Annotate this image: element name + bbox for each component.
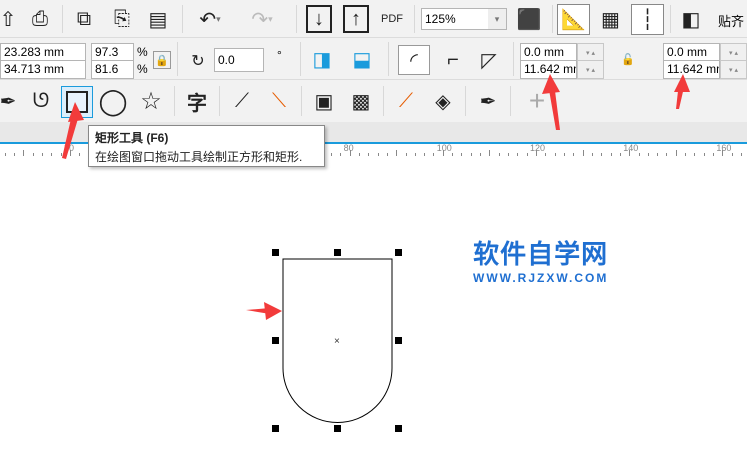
ruler-label: 160 (716, 143, 732, 153)
scalloped-corner-icon[interactable]: ⌐ (438, 45, 468, 75)
transparency-tool-icon[interactable]: ▩ (346, 86, 376, 116)
pen-tool-icon[interactable]: ✒ (0, 86, 16, 116)
selection-handle[interactable] (334, 425, 341, 432)
publish-icon[interactable]: ⇧ (0, 5, 16, 33)
corner-lock-icon[interactable]: 🔓 (620, 50, 636, 68)
zoom-level-select[interactable]: 125% ▾ (421, 8, 507, 30)
svg-text:×: × (334, 336, 340, 347)
pdf-export-button[interactable]: PDF (378, 5, 406, 33)
zoom-level-value: 125% (425, 12, 456, 26)
percent-label: % (137, 62, 148, 76)
connector-tool-icon[interactable]: ⟍ (264, 86, 294, 116)
ruler-label: 140 (623, 143, 639, 153)
tooltip-title: 矩形工具 (95, 131, 144, 145)
curve-tool-icon[interactable]: ᘎ (26, 86, 56, 116)
selection-handle[interactable] (272, 337, 279, 344)
chamfer-corner-icon[interactable]: ◸ (474, 45, 504, 75)
percent-label: % (137, 45, 148, 59)
degree-label: ° (277, 48, 282, 62)
text-tool-icon[interactable]: 字 (182, 86, 212, 116)
round-corner-icon[interactable]: ◜ (398, 45, 430, 75)
show-grid-icon[interactable]: ▦ (594, 4, 627, 35)
copy-icon[interactable]: ⎘ (108, 5, 136, 33)
scale-y-field[interactable]: 81.6 (91, 60, 134, 79)
height-field[interactable]: 34.713 mm (0, 60, 86, 79)
selection-handle[interactable] (334, 249, 341, 256)
toolbox: ✒ ᘎ ◯ ☆ 字 ⟋ ⟍ ▣ ▩ ⟋ ◈ ✒ + (0, 80, 747, 122)
corner-spinner[interactable]: ▾ ▴ (720, 60, 747, 79)
tooltip-description: 在绘图窗口拖动工具绘制正方形和矩形. (95, 150, 303, 164)
watermark-url: WWW.RJZXW.COM (473, 271, 609, 285)
tooltip-shortcut: (F6) (146, 131, 169, 145)
watermark-title: 软件自学网 (473, 239, 609, 269)
selection-handle[interactable] (272, 249, 279, 256)
mirror-horizontal-icon[interactable]: ◨ (310, 47, 334, 71)
mirror-vertical-icon[interactable]: ⬓ (350, 47, 374, 71)
show-guidelines-icon[interactable]: ┆ (631, 4, 664, 35)
ruler-label: 80 (343, 143, 354, 153)
selection-handle[interactable] (272, 425, 279, 432)
corner-radius-bottom-left-field[interactable]: 11.642 mm (520, 60, 577, 79)
selection-handle[interactable] (395, 249, 402, 256)
selected-shape[interactable]: × (0, 156, 747, 457)
rectangle-icon (66, 91, 88, 113)
contour-tool-icon[interactable]: ▣ (309, 86, 339, 116)
interactive-fill-icon[interactable]: ◈ (428, 86, 458, 116)
rotation-field[interactable]: 0.0 (214, 48, 264, 72)
cut-icon[interactable]: ⧉ (70, 5, 98, 33)
dimension-tool-icon[interactable]: ⟋ (227, 86, 257, 116)
undo-icon[interactable]: ↶ ▾ (190, 5, 230, 33)
watermark: 软件自学网 WWW.RJZXW.COM (473, 234, 608, 285)
selection-handle[interactable] (395, 425, 402, 432)
ruler-label: 100 (436, 143, 452, 153)
import-icon[interactable]: ↓ (306, 5, 332, 33)
corner-spinner[interactable]: ▾ ▴ (577, 60, 604, 79)
tooltip: 矩形工具 (F6) 在绘图窗口拖动工具绘制正方形和矩形. (88, 125, 325, 167)
snap-to-menu[interactable]: 贴齐 (718, 11, 744, 30)
property-bar: 23.283 mm 34.713 mm 97.3 81.6 % % 🔒 ↻ 0.… (0, 38, 747, 80)
snap-off-icon[interactable]: ◧ (677, 5, 705, 33)
star-tool-icon[interactable]: ☆ (136, 86, 166, 116)
chevron-down-icon[interactable]: ▾ (488, 9, 506, 29)
outline-pen-icon[interactable]: ✒ (473, 86, 503, 116)
add-tool-icon[interactable]: + (522, 85, 552, 116)
redo-icon[interactable]: ↷ ▾ (242, 5, 282, 33)
rotate-icon: ↻ (191, 53, 205, 70)
rectangle-tool-button[interactable] (61, 86, 93, 118)
drawing-canvas[interactable]: × (0, 156, 747, 457)
show-rulers-icon[interactable]: 📐 (557, 4, 590, 35)
standard-toolbar: ⇧ ⎙ ⧉ ⎘ ▤ ↶ ▾ ↷ ▾ ↓ ↑ PDF 125% ▾ ⬛ 📐 ▦ ┆ … (0, 0, 747, 38)
lock-ratio-icon[interactable]: 🔒 (153, 51, 171, 69)
full-screen-icon[interactable]: ⬛ (515, 5, 543, 33)
ellipse-tool-icon[interactable]: ◯ (98, 86, 128, 116)
export-icon[interactable]: ↑ (343, 5, 369, 33)
paste-icon[interactable]: ▤ (144, 5, 172, 33)
print-icon[interactable]: ⎙ (26, 5, 54, 33)
eyedropper-icon[interactable]: ⟋ (391, 86, 421, 116)
ruler-label: 120 (530, 143, 546, 153)
corner-radius-bottom-right-field[interactable]: 11.642 mm (663, 60, 720, 79)
selection-handle[interactable] (395, 337, 402, 344)
pdf-label: PDF (381, 13, 403, 25)
ruler-label: 20 (64, 143, 75, 153)
